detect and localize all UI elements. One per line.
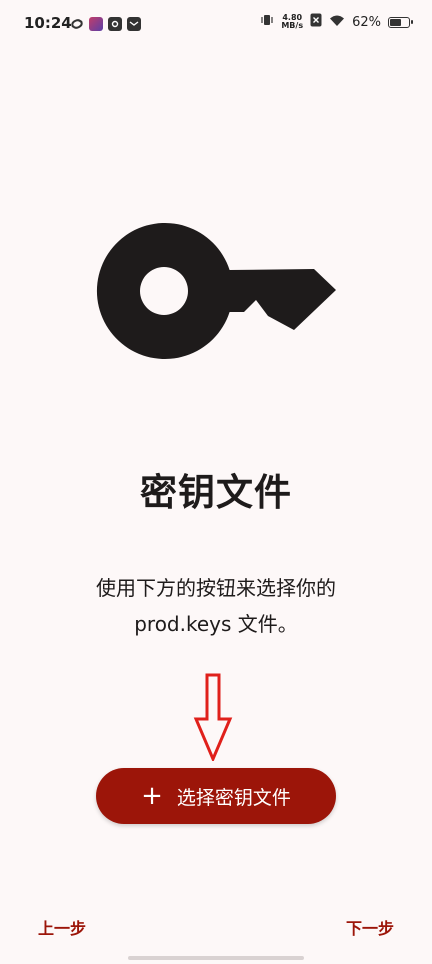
network-speed: 4.80 MB/s [281,14,303,30]
home-indicator[interactable] [128,956,304,960]
page-description: 使用下方的按钮来选择你的 prod.keys 文件。 [96,576,336,636]
page-title: 密钥文件 [140,471,292,514]
status-time: 10:24 [24,14,72,32]
select-key-file-button[interactable]: + 选择密钥文件 [96,768,336,824]
swirl-app-icon [70,17,84,31]
mail-app-icon [127,17,141,31]
select-key-file-label: 选择密钥文件 [176,786,291,809]
plus-icon: + [141,781,163,811]
vibrate-icon [260,13,274,31]
battery-icon [388,16,413,28]
game-app-icon [89,17,103,31]
key-icon [96,223,336,359]
notification-icons [70,17,141,31]
system-icons: 4.80 MB/s 62% [260,13,413,31]
status-bar: 10:24 4.80 MB/s 62% [0,0,432,52]
sim-blocked-icon [310,13,322,31]
next-step-button[interactable]: 下一步 [346,915,394,939]
previous-step-button[interactable]: 上一步 [38,915,86,939]
wifi-icon [329,14,345,31]
arrow-down-icon [193,673,233,761]
battery-percentage: 62% [352,14,381,30]
camera-app-icon [108,17,122,31]
battery-fill [390,18,401,26]
network-speed-unit: MB/s [281,21,304,30]
